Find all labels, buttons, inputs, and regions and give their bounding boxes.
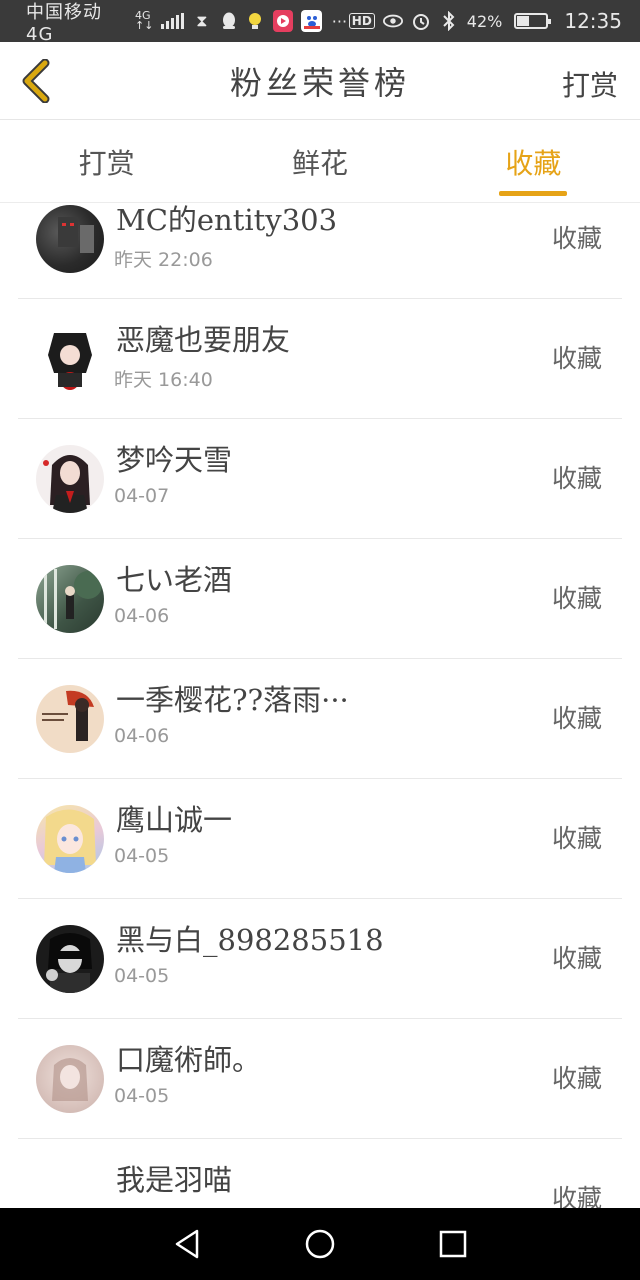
fan-name: MC的entity303 [116, 203, 338, 237]
hd-badge: HD [348, 13, 375, 29]
chevron-left-icon [22, 59, 50, 103]
list-item[interactable]: 黑与白_898285518 04-05 收藏 [0, 899, 640, 1019]
list-item[interactable]: 七い老酒 04-06 收藏 [0, 539, 640, 659]
nav-back-button[interactable] [163, 1220, 211, 1268]
avatar [36, 325, 104, 393]
avatar [36, 925, 104, 993]
list-item[interactable]: 一季樱花??落雨··· 04-06 收藏 [0, 659, 640, 779]
fan-time: 04-06 [114, 725, 170, 747]
fan-name: 鹰山诚一 [116, 803, 233, 837]
nav-home-button[interactable] [296, 1220, 344, 1268]
collect-label: 收藏 [551, 464, 602, 493]
collect-label: 收藏 [551, 824, 602, 853]
qq-icon [219, 11, 238, 31]
more-notifications-icon: ··· [331, 11, 348, 31]
fan-name: 七い老酒 [116, 563, 233, 597]
avatar [36, 565, 104, 633]
status-bar: 中国移动4G 4G ↑↓ ⧗ ··· HD 42% 12:35 [0, 0, 640, 45]
tab-flowers[interactable]: 鲜花 [213, 121, 426, 202]
network-bottom-label: ↑↓ [135, 19, 154, 32]
bluetooth-icon [439, 11, 459, 31]
system-nav-bar [0, 1208, 640, 1280]
triangle-back-icon [175, 1229, 198, 1259]
avatar [36, 685, 104, 753]
bulb-icon [246, 11, 265, 31]
clock: 12:35 [564, 9, 622, 33]
list-item[interactable]: 我是羽喵 收藏 [0, 1139, 640, 1208]
carrier-label: 中国移动4G [26, 1, 102, 45]
back-button[interactable] [14, 58, 58, 104]
avatar [36, 1045, 104, 1113]
collect-label: 收藏 [551, 1064, 602, 1093]
fan-name: 一季樱花??落雨··· [116, 683, 349, 717]
fan-time: 昨天 22:06 [114, 249, 213, 271]
list-item[interactable]: MC的entity303 昨天 22:06 收藏 [0, 203, 640, 299]
battery-icon [514, 13, 552, 29]
fan-time: 04-05 [114, 965, 170, 987]
fan-name: 口魔術師。 [116, 1043, 262, 1077]
fan-time: 昨天 16:40 [114, 369, 213, 391]
fan-time: 04-06 [114, 605, 170, 627]
fan-name: 梦吟天雪 [116, 443, 233, 477]
alarm-icon [411, 11, 431, 31]
collect-label: 收藏 [551, 944, 602, 973]
circle-home-icon [305, 1229, 335, 1259]
network-type: 4G ↑↓ [135, 10, 154, 32]
square-recents-icon [440, 1230, 467, 1258]
fan-list: MC的entity303 昨天 22:06 收藏 恶魔也要朋友 昨天 16:40… [0, 203, 640, 1208]
collect-label: 收藏 [551, 344, 602, 373]
list-item[interactable]: 口魔術師。 04-05 收藏 [0, 1019, 640, 1139]
eye-icon [382, 11, 403, 31]
list-item[interactable]: 鹰山诚一 04-05 收藏 [0, 779, 640, 899]
fan-name: 恶魔也要朋友 [116, 323, 291, 357]
video-app-icon [272, 10, 294, 32]
list-item[interactable]: 梦吟天雪 04-07 收藏 [0, 419, 640, 539]
nav-recents-button[interactable] [429, 1220, 477, 1268]
tab-bar: 打赏 鲜花 收藏 [0, 121, 640, 203]
fan-name: 黑与白_898285518 [116, 923, 384, 957]
list-item[interactable]: 恶魔也要朋友 昨天 16:40 收藏 [0, 299, 640, 419]
collect-label: 收藏 [551, 704, 602, 733]
signal-icon [161, 13, 185, 29]
tab-collect[interactable]: 收藏 [427, 121, 640, 202]
battery-percent: 42% [466, 11, 503, 31]
baidu-app-icon [301, 10, 323, 32]
collect-label: 收藏 [551, 1184, 602, 1208]
collect-label: 收藏 [551, 224, 602, 253]
tab-reward[interactable]: 打赏 [0, 121, 213, 202]
collect-label: 收藏 [551, 584, 602, 613]
app-header: 粉丝荣誉榜 打赏 [0, 42, 640, 120]
fan-time: 04-05 [114, 1085, 170, 1107]
avatar [36, 205, 104, 273]
fan-time: 04-05 [114, 845, 170, 867]
page-title: 粉丝荣誉榜 [229, 63, 410, 102]
fan-name: 我是羽喵 [116, 1163, 233, 1197]
avatar [36, 1165, 104, 1208]
hourglass-icon: ⧗ [196, 11, 208, 30]
avatar [36, 445, 104, 513]
fan-time: 04-07 [114, 485, 170, 507]
avatar [36, 805, 104, 873]
reward-button[interactable]: 打赏 [562, 64, 618, 104]
